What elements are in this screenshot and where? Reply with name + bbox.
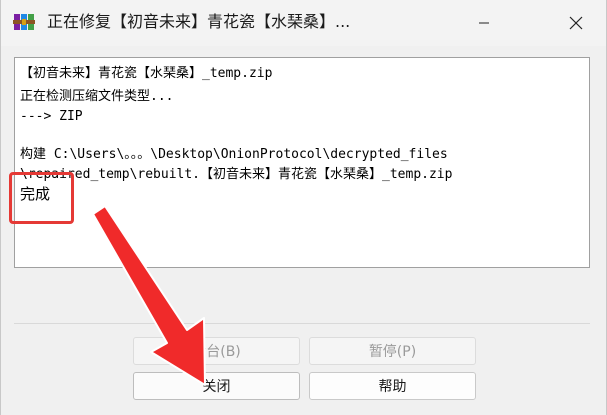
winrar-icon bbox=[13, 14, 35, 30]
log-output[interactable]: 【初音未来】青花瓷【水琹桑】_temp.zip 正在检测压缩文件类型... --… bbox=[14, 57, 590, 268]
minimize-button[interactable] bbox=[461, 0, 507, 46]
background-button[interactable]: 后台(B) bbox=[133, 337, 300, 365]
log-line: 构建 C:\Users\。。。\Desktop\OnionProtocol\de… bbox=[20, 147, 448, 162]
log-line: 【初音未来】青花瓷【水琹桑】_temp.zip bbox=[20, 66, 273, 81]
annotation-highlight-box bbox=[9, 172, 74, 224]
log-line: \repaired_temp\rebuilt.【初音未来】青花瓷【水琹桑】_te… bbox=[20, 167, 453, 182]
close-icon bbox=[569, 16, 583, 30]
repair-dialog: 正在修复【初音未来】青花瓷【水琹桑】... 【初音未来】青花瓷【水琹桑】_tem… bbox=[0, 0, 607, 415]
pause-button[interactable]: 暂停(P) bbox=[309, 337, 476, 365]
close-window-button[interactable] bbox=[553, 0, 599, 46]
title-bar: 正在修复【初音未来】青花瓷【水琹桑】... bbox=[1, 0, 606, 46]
log-line: 正在检测压缩文件类型... bbox=[20, 89, 174, 104]
divider bbox=[14, 323, 590, 324]
log-line: ---> ZIP bbox=[20, 109, 83, 124]
minimize-icon bbox=[479, 22, 489, 24]
help-button[interactable]: 帮助 bbox=[309, 372, 476, 400]
window-title: 正在修复【初音未来】青花瓷【水琹桑】... bbox=[47, 12, 351, 31]
close-button[interactable]: 关闭 bbox=[133, 372, 300, 400]
